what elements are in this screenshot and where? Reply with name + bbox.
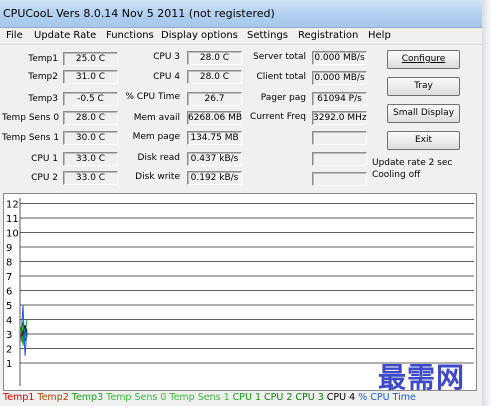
tray-button[interactable]: Tray (387, 77, 460, 96)
label-cpu3: CPU 3 (153, 52, 180, 62)
label-temp2: Temp2 (28, 72, 58, 82)
value-temp-sens1: 30.0 C (63, 131, 118, 145)
menu-functions[interactable]: Functions (106, 30, 154, 41)
value-cpu4: 28.0 C (187, 70, 242, 84)
menu-registration[interactable]: Registration (298, 30, 358, 41)
window-title: CPUCooL Vers 8.0.14 Nov 5 2011 (not regi… (3, 7, 275, 20)
label-cpu2: CPU 2 (31, 173, 58, 183)
value-temp3: -0.5 C (63, 92, 118, 106)
menu-help[interactable]: Help (368, 30, 391, 41)
value-current-freq: 3292.0 MHz (312, 111, 367, 125)
label-cpu-time: % CPU Time (125, 92, 180, 102)
value-cpu3: 28.0 C (187, 51, 242, 65)
exit-button[interactable]: Exit (387, 131, 460, 150)
y-tick-label: 5 (6, 301, 12, 312)
value-temp-sens0: 28.0 C (63, 111, 118, 125)
label-mem-page: Mem page (132, 132, 180, 142)
legend-item: CPU 3 (295, 392, 324, 403)
label-disk-read: Disk read (137, 153, 180, 163)
value-client-total: 0.000 MB/s (312, 71, 367, 85)
y-tick-label: 4 (6, 316, 12, 327)
value-temp2: 31.0 C (63, 70, 118, 84)
value-disk-read: 0.437 kB/s (187, 152, 242, 166)
label-temp1: Temp1 (28, 54, 58, 64)
value-server-total: 0.000 MB/s (312, 51, 367, 65)
value-extra3 (312, 172, 367, 186)
label-current-freq: Current Freq (250, 112, 306, 122)
value-cpu2: 33.0 C (63, 171, 118, 185)
menu-bar: File Update Rate Functions Display options S… (0, 28, 482, 45)
legend-item: Temp3 (71, 392, 104, 403)
value-cpu1: 33.0 C (63, 152, 118, 166)
y-tick-label: 2 (6, 345, 12, 356)
legend-item: CPU 1 (232, 392, 262, 403)
configure-button[interactable]: Configure (387, 50, 460, 69)
value-disk-write: 0.192 kB/s (187, 171, 242, 185)
menu-display-options[interactable]: Display options (161, 30, 238, 41)
value-mem-avail: 6268.06 MB (187, 111, 243, 125)
label-server-total: Server total (253, 52, 306, 62)
legend-item: Temp1 (3, 392, 35, 403)
legend-item: Temp2 (37, 392, 69, 403)
label-cpu1: CPU 1 (31, 154, 58, 164)
value-temp1: 25.0 C (63, 52, 118, 66)
y-tick-label: 7 (6, 272, 12, 283)
value-mem-page: 134.75 MB (187, 131, 242, 145)
title-bar[interactable]: CPUCooL Vers 8.0.14 Nov 5 2011 (not regi… (0, 0, 482, 28)
cooling-status: Cooling off (372, 170, 421, 180)
value-extra1 (312, 131, 367, 145)
label-disk-write: Disk write (135, 172, 180, 182)
menu-update-rate[interactable]: Update Rate (34, 30, 96, 41)
update-rate-status: Update rate 2 sec (372, 158, 453, 168)
legend-item: CPU 4 (326, 392, 356, 403)
configure-button-label: Configure (401, 54, 446, 64)
y-tick-label: 10 (6, 229, 19, 240)
value-pager-pag: 61094 P/s (312, 92, 367, 106)
label-temp-sens0: Temp Sens 0 (2, 113, 60, 123)
label-temp3: Temp3 (28, 94, 58, 104)
legend-item: Temp Sens 1 (169, 392, 230, 403)
y-tick-label: 8 (6, 258, 12, 269)
legend-item: CPU 2 (264, 392, 293, 403)
label-client-total: Client total (256, 72, 307, 82)
y-tick-label: 9 (6, 243, 12, 254)
label-cpu4: CPU 4 (153, 72, 180, 82)
graph-legend: Temp1 Temp2 Temp3 Temp Sens 0 Temp Sens 1 CPU… (3, 392, 419, 403)
menu-settings[interactable]: Settings (247, 30, 288, 41)
watermark-text: 最需网 (378, 361, 466, 394)
small-display-button[interactable]: Small Display (387, 104, 460, 123)
y-tick-label: 1 (6, 359, 12, 370)
y-tick-label: 6 (6, 287, 12, 298)
value-extra2 (312, 152, 367, 166)
value-cpu-time: 26.7 (187, 92, 242, 106)
y-tick-label: 12 (6, 200, 19, 211)
label-pager-pag: Pager pag (260, 93, 306, 103)
label-temp-sens1: Temp Sens 1 (2, 133, 60, 143)
cpucool-window: CPUCooL Vers 8.0.14 Nov 5 2011 (not regi… (0, 0, 482, 406)
legend-item: Temp Sens 0 (106, 392, 167, 403)
window-shadow (482, 0, 492, 406)
label-mem-avail: Mem avail (133, 113, 180, 123)
y-tick-label: 3 (6, 330, 12, 341)
y-tick-label: 11 (6, 214, 19, 225)
menu-file[interactable]: File (6, 30, 23, 41)
